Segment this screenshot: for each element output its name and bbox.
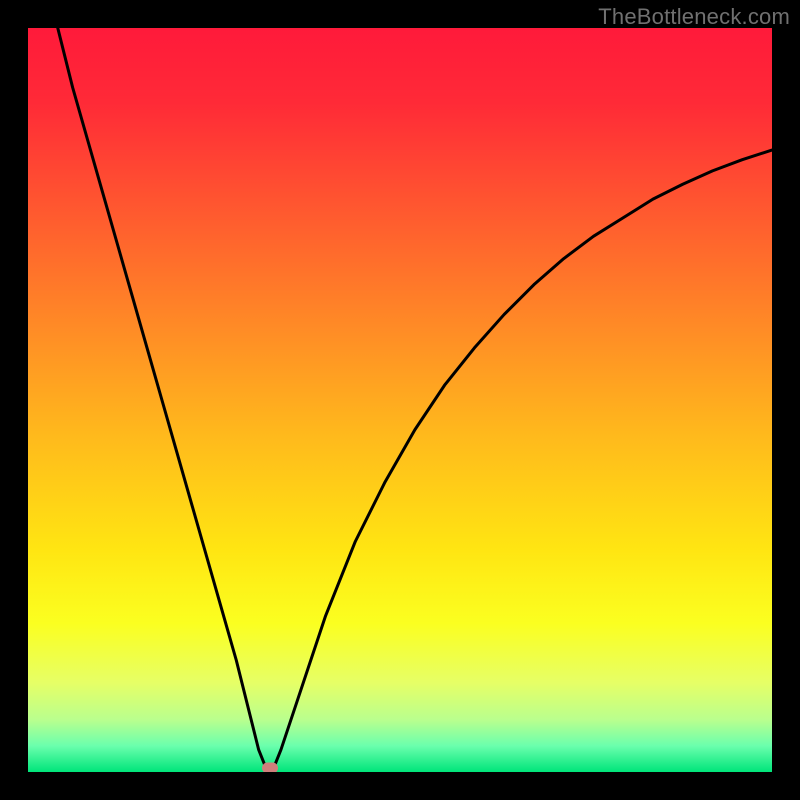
bottleneck-curve <box>58 28 772 768</box>
optimal-point-marker <box>262 763 278 772</box>
plot-area <box>28 28 772 772</box>
attribution-text: TheBottleneck.com <box>598 4 790 30</box>
curve-layer <box>28 28 772 772</box>
chart-frame: TheBottleneck.com <box>0 0 800 800</box>
